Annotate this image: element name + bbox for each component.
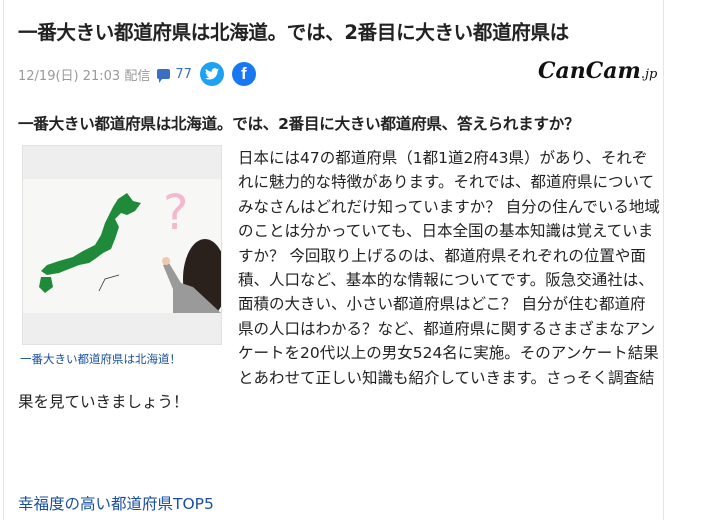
- image-float-spacer: [18, 146, 238, 368]
- comment-count: 77: [175, 66, 192, 82]
- facebook-icon: f: [241, 64, 247, 83]
- comment-icon: [157, 69, 171, 83]
- cancam-logo[interactable]: CanCam.jp: [538, 58, 657, 84]
- twitter-icon: [204, 68, 219, 80]
- facebook-share-button[interactable]: f: [231, 62, 256, 86]
- comments-link[interactable]: 77: [157, 66, 192, 83]
- article-meta: 12/19(日) 21:03 配信 77 f: [18, 62, 256, 86]
- article-body: 日本には47の都道府県（1都1道2府43県）があり、それぞれに魅力的な特徴があり…: [18, 146, 660, 414]
- twitter-share-button[interactable]: [199, 62, 224, 86]
- publish-date: 12/19(日) 21:03 配信: [18, 68, 151, 84]
- article-subtitle: 一番大きい都道府県は北海道。では、2番目に大きい都道府県、答えられますか？: [18, 115, 580, 133]
- article-title: 一番大きい都道府県は北海道。では、2番目に大きい都道府県は: [18, 21, 569, 44]
- related-article-link[interactable]: 幸福度の高い都道府県TOP5: [18, 492, 214, 514]
